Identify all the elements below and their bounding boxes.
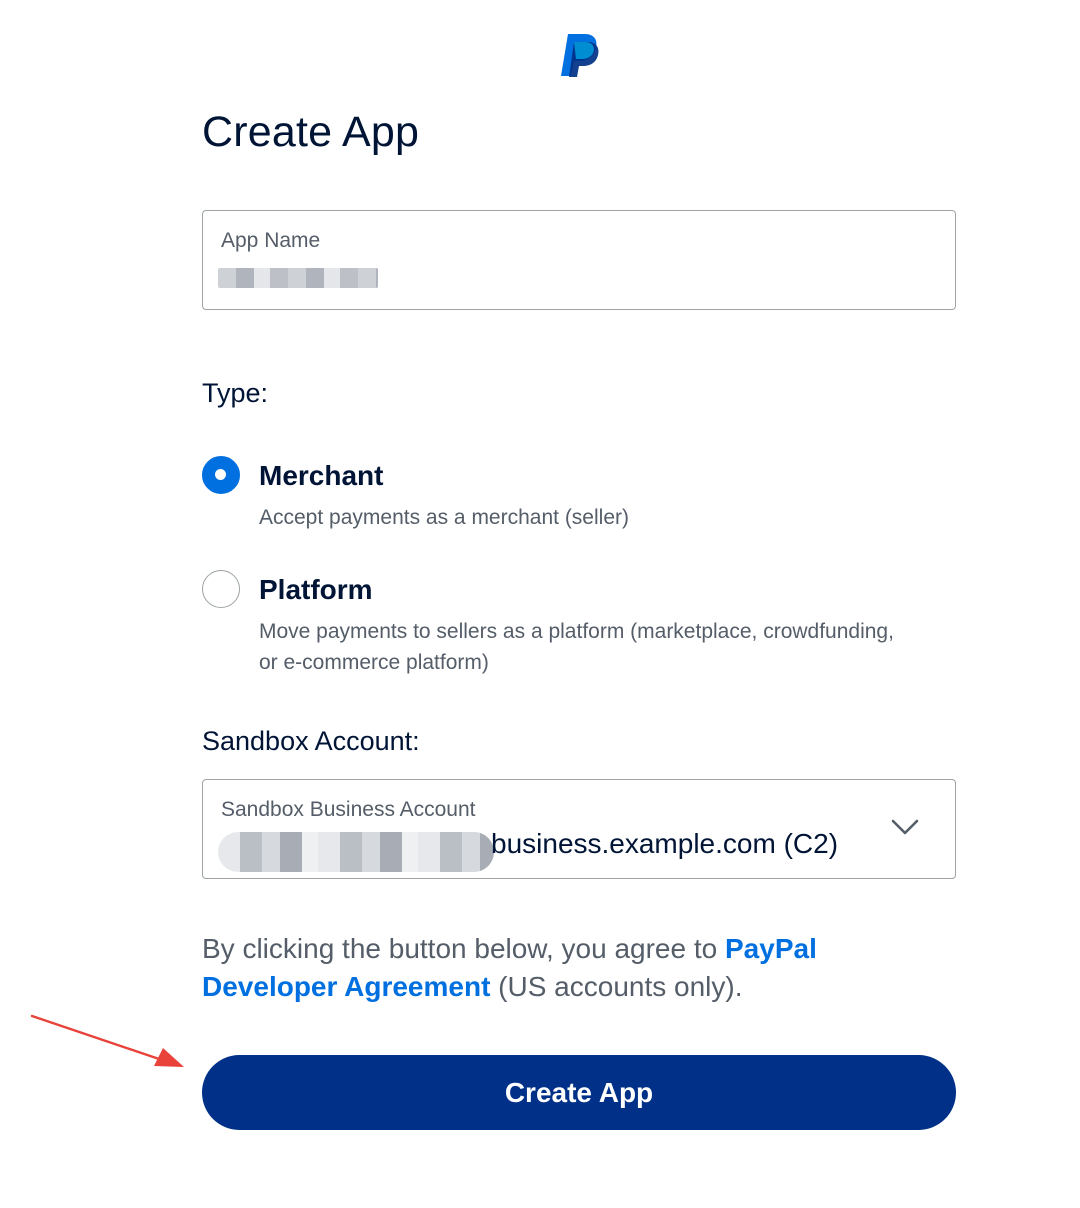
page-title: Create App: [202, 108, 420, 156]
chevron-down-icon[interactable]: [890, 816, 920, 840]
red-arrow-icon: [30, 1014, 184, 1067]
app-name-field[interactable]: App Name: [202, 210, 956, 310]
create-app-button[interactable]: Create App: [202, 1055, 956, 1130]
type-label: Type:: [202, 378, 269, 408]
agreement-suffix: (US accounts only).: [490, 971, 743, 1002]
sandbox-value-redacted: [218, 832, 494, 872]
sandbox-account-value: business.example.com (C2): [491, 828, 839, 859]
sandbox-account-label: Sandbox Account:: [202, 726, 420, 756]
merchant-radio[interactable]: [202, 456, 240, 494]
platform-option-description: Move payments to sellers as a platform (…: [259, 620, 894, 674]
paypal-logo-icon: [561, 34, 599, 77]
agreement-prefix: By clicking the button below, you agree …: [202, 933, 725, 964]
merchant-option-description: Accept payments as a merchant (seller): [259, 506, 629, 529]
platform-option-title[interactable]: Platform: [259, 574, 373, 606]
app-name-value-redacted: [218, 268, 378, 288]
app-name-label: App Name: [221, 229, 321, 252]
sandbox-field-label: Sandbox Business Account: [221, 798, 476, 821]
platform-radio[interactable]: [202, 570, 240, 608]
agreement-text: By clicking the button below, you agree …: [202, 930, 902, 1006]
merchant-option-title[interactable]: Merchant: [259, 460, 383, 492]
